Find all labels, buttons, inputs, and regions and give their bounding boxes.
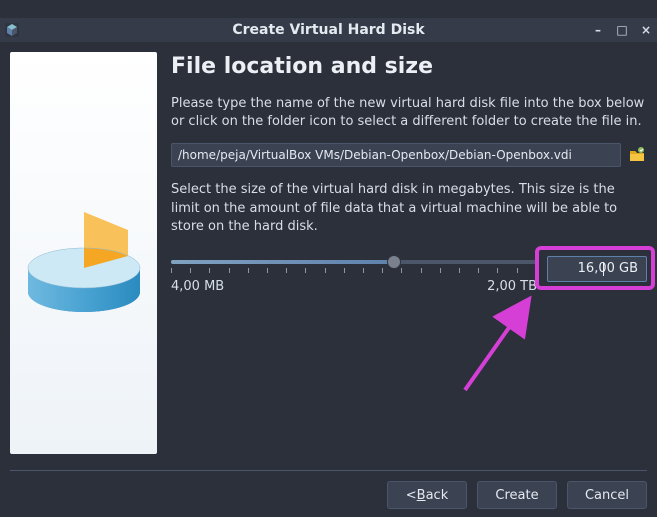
titlebar: Create Virtual Hard Disk – □ × [0,18,657,42]
back-button[interactable]: < Back [387,481,467,509]
size-slider[interactable] [171,260,537,264]
wizard-main: File location and size Please type the n… [171,52,647,456]
dialog-footer: < Back Create Cancel [10,470,647,509]
wizard-banner [10,52,157,454]
size-min-label: 4,00 MB [171,279,224,294]
cancel-button[interactable]: Cancel [567,481,647,509]
close-button[interactable]: × [639,23,653,37]
size-slider-fill [171,260,394,264]
dialog-body: File location and size Please type the n… [0,42,657,517]
window-title: Create Virtual Hard Disk [0,22,657,38]
slider-ticks [171,268,537,273]
create-button[interactable]: Create [477,481,557,509]
virtualbox-app-icon [4,22,20,38]
size-slider-thumb[interactable] [387,255,401,269]
desktop-panel-strip [0,0,657,18]
file-location-description: Please type the name of the new virtual … [171,95,647,131]
size-max-label: 2,00 TB [487,279,537,294]
maximize-button[interactable]: □ [615,23,629,37]
disk-size-description: Select the size of the virtual hard disk… [171,181,647,236]
text-caret [603,262,604,276]
file-path-input[interactable]: /home/peja/VirtualBox VMs/Debian-Openbox… [171,143,621,167]
browse-folder-button[interactable] [627,145,647,165]
page-title: File location and size [171,54,647,79]
minimize-button[interactable]: – [591,23,605,37]
size-value-input[interactable]: 16,00 GB [547,256,647,282]
